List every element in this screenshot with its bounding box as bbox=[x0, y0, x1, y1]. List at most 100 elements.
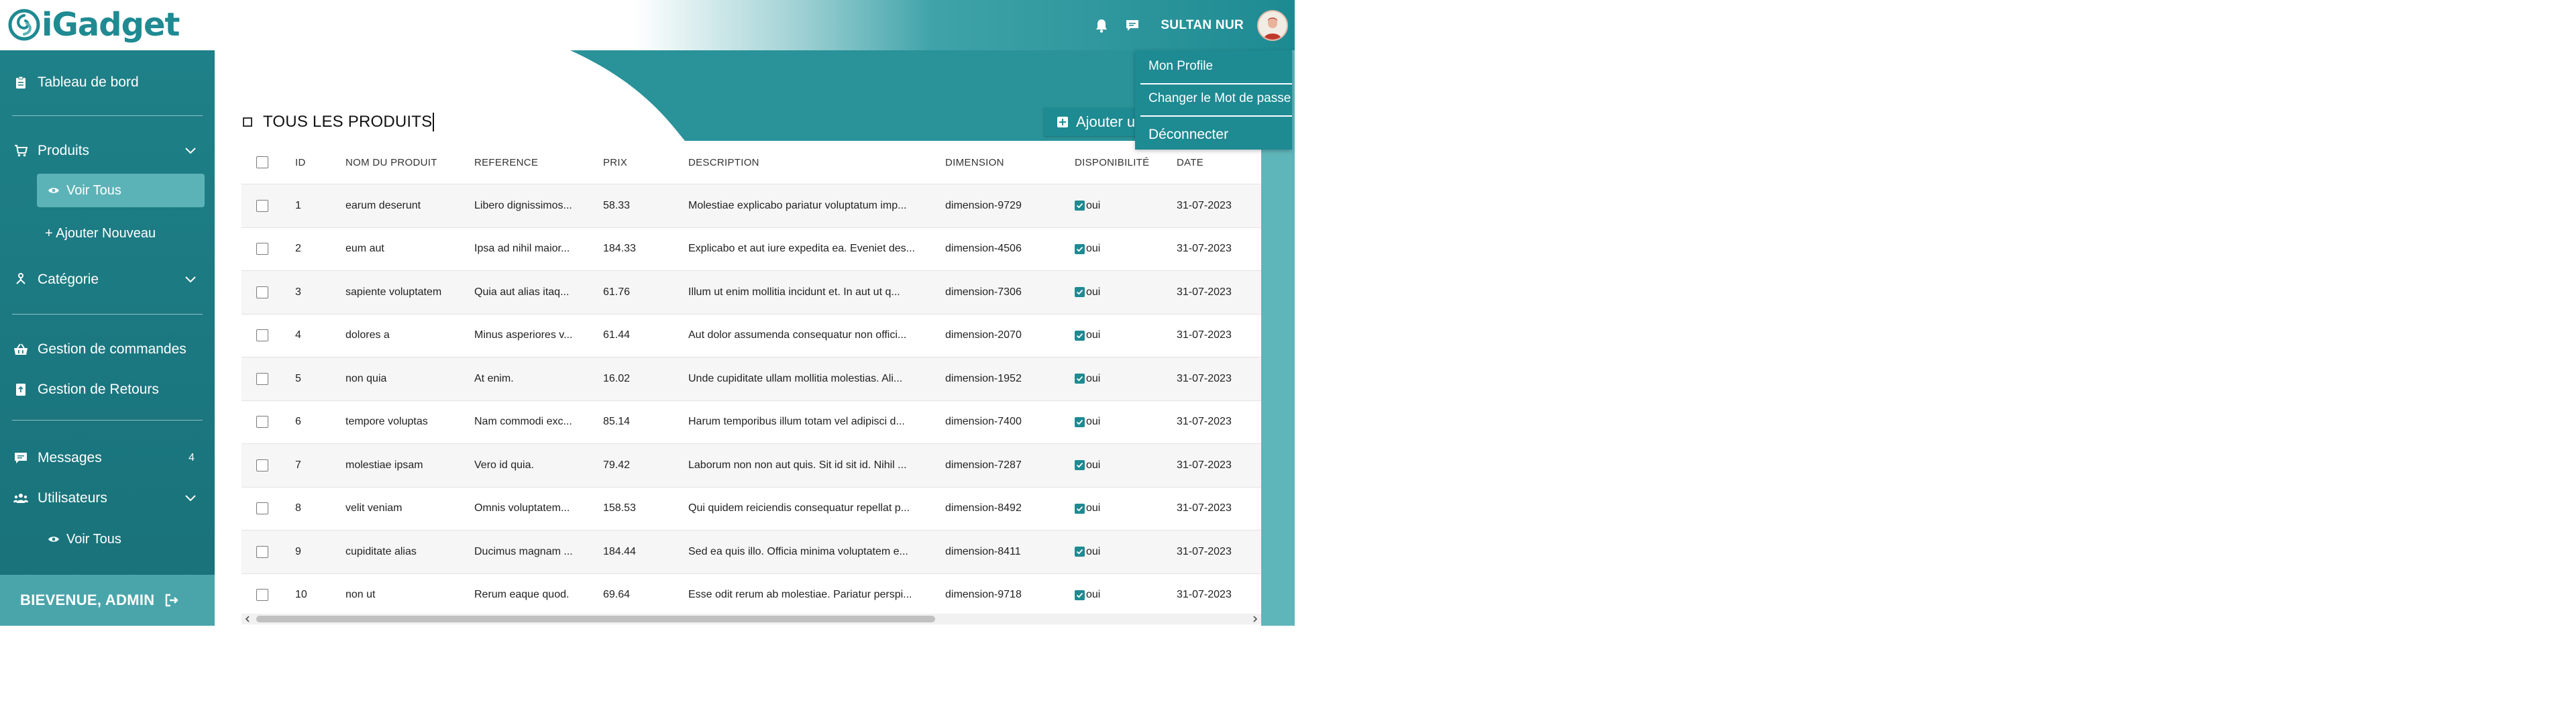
column-header[interactable]: NOM DU PRODUIT bbox=[345, 141, 474, 184]
row-date: 31-07-2023 bbox=[1177, 184, 1261, 227]
availability-value: oui bbox=[1075, 502, 1177, 514]
user-name[interactable]: SULTAN NUR bbox=[1161, 18, 1244, 33]
scrollbar-thumb[interactable] bbox=[256, 616, 935, 622]
column-header[interactable]: DIMENSION bbox=[945, 141, 1075, 184]
row-availability: oui bbox=[1075, 227, 1177, 271]
row-checkbox[interactable] bbox=[256, 589, 268, 602]
row-dimension: dimension-7400 bbox=[945, 400, 1075, 444]
page-title-row: TOUS LES PRODUITS bbox=[243, 112, 435, 132]
eye-icon bbox=[48, 184, 60, 197]
availability-text: oui bbox=[1086, 545, 1101, 557]
sidebar-label-dashboard: Tableau de bord bbox=[38, 74, 139, 90]
logo-swirl-icon bbox=[8, 9, 40, 41]
table-row[interactable]: 6 tempore voluptas Nam commodi exc... 85.14… bbox=[241, 400, 1261, 444]
row-id: 2 bbox=[295, 227, 345, 271]
row-description: Laborum non non aut quis. Sit id sit id.… bbox=[688, 443, 945, 487]
table-row[interactable]: 3 sapiente voluptatem Quia aut alias itaq.… bbox=[241, 270, 1261, 314]
sidebar: Tableau de bord Produits Voir Tous + Ajo… bbox=[0, 50, 215, 626]
table-row[interactable]: 5 non quia At enim. 16.02 Unde cupiditate ul… bbox=[241, 357, 1261, 400]
row-availability: oui bbox=[1075, 184, 1177, 227]
row-id: 3 bbox=[295, 270, 345, 314]
row-checkbox[interactable] bbox=[256, 459, 268, 471]
row-date: 31-07-2023 bbox=[1177, 573, 1261, 616]
table-row[interactable]: 2 eum aut Ipsa ad nihil maior... 184.33 Expl… bbox=[241, 227, 1261, 271]
availability-value: oui bbox=[1075, 546, 1177, 558]
brand-logo[interactable]: iGadget bbox=[8, 5, 180, 44]
table-row[interactable]: 7 molestiae ipsam Vero id quia. 79.42 Laboru… bbox=[241, 443, 1261, 487]
scroll-left-icon[interactable] bbox=[244, 616, 251, 622]
bell-icon[interactable] bbox=[1088, 12, 1115, 39]
chevron-down-icon bbox=[185, 495, 196, 502]
row-product-name: molestiae ipsam bbox=[345, 443, 474, 487]
availability-text: oui bbox=[1086, 459, 1101, 471]
page-title: TOUS LES PRODUITS bbox=[263, 113, 435, 131]
availability-text: oui bbox=[1086, 243, 1101, 255]
row-reference: Libero dignissimos... bbox=[474, 184, 603, 227]
table-row[interactable]: 1 earum deserunt Libero dignissimos... 58.3… bbox=[241, 184, 1261, 227]
scroll-right-icon[interactable] bbox=[1252, 616, 1258, 622]
column-header[interactable]: DESCRIPTION bbox=[688, 141, 945, 184]
row-date: 31-07-2023 bbox=[1177, 486, 1261, 531]
horizontal-scrollbar[interactable] bbox=[241, 614, 1261, 624]
menu-item-change-password[interactable]: Changer le Mot de passe bbox=[1135, 85, 1292, 112]
sidebar-item-returns[interactable]: Gestion de Retours bbox=[0, 372, 215, 407]
row-id: 7 bbox=[295, 443, 345, 487]
sidebar-item-users[interactable]: Utilisateurs bbox=[0, 481, 215, 516]
row-dimension: dimension-8492 bbox=[945, 486, 1075, 531]
row-checkbox[interactable] bbox=[256, 416, 268, 429]
row-checkbox[interactable] bbox=[256, 286, 268, 298]
menu-item-logout[interactable]: Déconnecter bbox=[1135, 121, 1292, 148]
logout-icon[interactable] bbox=[164, 592, 180, 608]
row-product-name: tempore voluptas bbox=[345, 400, 474, 444]
avatar[interactable] bbox=[1257, 9, 1288, 41]
sidebar-subitem-users-view-all[interactable]: Voir Tous bbox=[37, 522, 205, 556]
row-checkbox[interactable] bbox=[256, 243, 268, 256]
sidebar-subitem-products-add-new[interactable]: + Ajouter Nouveau bbox=[37, 217, 205, 250]
sidebar-label-orders: Gestion de commandes bbox=[38, 341, 186, 357]
availability-value: oui bbox=[1075, 416, 1177, 428]
row-date: 31-07-2023 bbox=[1177, 357, 1261, 400]
clipboard-icon bbox=[13, 75, 28, 90]
row-checkbox[interactable] bbox=[256, 545, 268, 558]
column-header[interactable]: PRIX bbox=[603, 141, 688, 184]
row-price: 184.44 bbox=[603, 530, 688, 573]
menu-item-profile[interactable]: Mon Profile bbox=[1135, 53, 1292, 80]
sidebar-item-products[interactable]: Produits bbox=[0, 133, 215, 168]
sidebar-item-orders[interactable]: Gestion de commandes bbox=[0, 332, 215, 367]
chat-icon[interactable] bbox=[1119, 12, 1146, 39]
checkmark-icon bbox=[1075, 547, 1085, 557]
main-content: TOUS LES PRODUITS Ajouter un Produit ID … bbox=[215, 50, 1295, 626]
select-all-checkbox[interactable] bbox=[256, 156, 268, 168]
column-header[interactable]: ID bbox=[295, 141, 345, 184]
row-id: 8 bbox=[295, 486, 345, 531]
menu-divider bbox=[1140, 83, 1292, 85]
table-row[interactable]: 8 velit veniam Omnis voluptatem... 158.53 Qu… bbox=[241, 486, 1261, 531]
sidebar-subitem-products-view-all[interactable]: Voir Tous bbox=[37, 174, 205, 207]
row-checkbox[interactable] bbox=[256, 372, 268, 385]
checkmark-icon bbox=[1075, 590, 1085, 600]
sidebar-item-dashboard[interactable]: Tableau de bord bbox=[0, 65, 215, 100]
row-description: Harum temporibus illum totam vel adipisc… bbox=[688, 400, 945, 444]
table-row[interactable]: 4 dolores a Minus asperiores v... 61.44 Aut … bbox=[241, 313, 1261, 357]
sidebar-sublabel-add-new: + Ajouter Nouveau bbox=[45, 225, 156, 241]
row-description: Esse odit rerum ab molestiae. Pariatur p… bbox=[688, 573, 945, 616]
row-checkbox[interactable] bbox=[256, 502, 268, 515]
row-select-cell bbox=[241, 530, 295, 573]
availability-text: oui bbox=[1086, 589, 1101, 601]
row-price: 69.64 bbox=[603, 573, 688, 616]
row-checkbox[interactable] bbox=[256, 329, 268, 342]
availability-value: oui bbox=[1075, 589, 1177, 601]
table-row[interactable]: 10 non ut Rerum eaque quod. 69.64 Esse odit … bbox=[241, 573, 1261, 616]
row-checkbox[interactable] bbox=[256, 199, 268, 212]
add-square-icon bbox=[1057, 116, 1068, 128]
sidebar-label-products: Produits bbox=[38, 143, 90, 158]
checkmark-icon bbox=[1075, 243, 1085, 254]
sidebar-item-messages[interactable]: Messages 4 bbox=[0, 441, 215, 476]
sidebar-item-category[interactable]: Catégorie bbox=[0, 262, 215, 297]
row-availability: oui bbox=[1075, 270, 1177, 314]
row-availability: oui bbox=[1075, 400, 1177, 444]
table-row[interactable]: 9 cupiditate alias Ducimus magnam ... 184.4… bbox=[241, 530, 1261, 573]
row-reference: Ducimus magnam ... bbox=[474, 530, 603, 573]
row-date: 31-07-2023 bbox=[1177, 530, 1261, 573]
column-header[interactable]: REFERENCE bbox=[474, 141, 603, 184]
